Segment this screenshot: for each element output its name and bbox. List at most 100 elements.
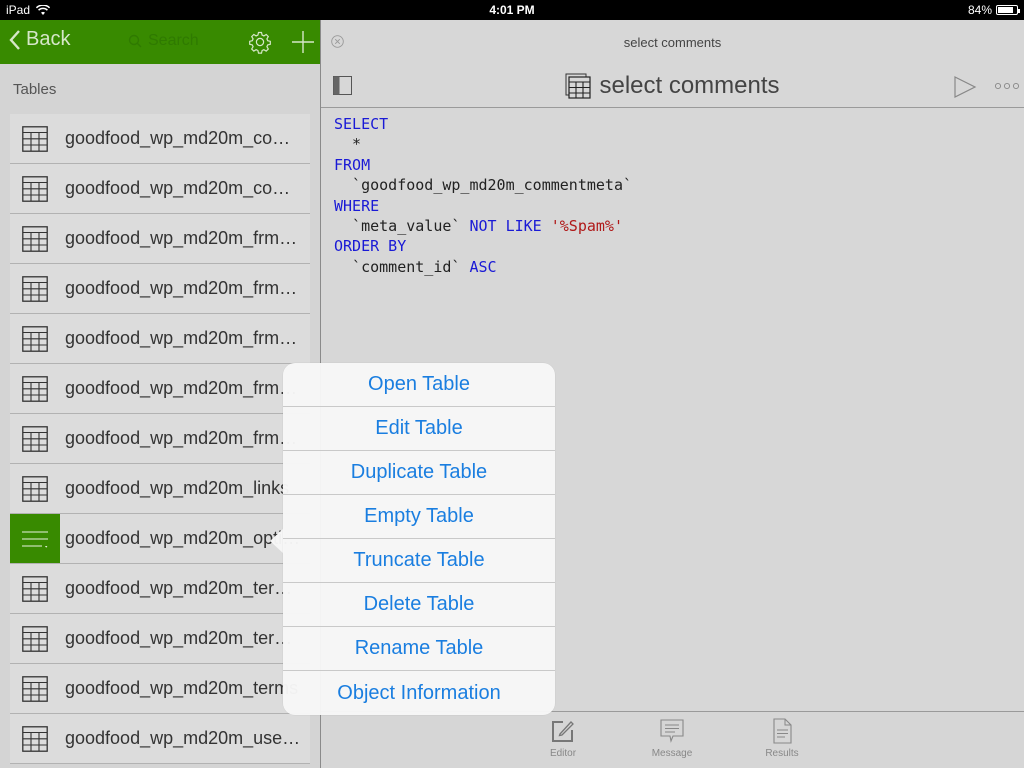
search-icon <box>128 34 142 48</box>
sql-keyword: SELECT <box>334 115 389 133</box>
row-actions-button[interactable] <box>10 514 60 563</box>
table-icon-wrap <box>10 264 60 313</box>
table-name: goodfood_wp_md20m_terms <box>65 678 299 698</box>
sql-text: * <box>334 135 362 154</box>
table-row[interactable]: goodfood_wp_md20m_frm_… <box>10 214 310 264</box>
message-icon <box>660 719 684 743</box>
table-icon <box>22 625 48 652</box>
table-icon-wrap <box>10 414 60 463</box>
menu-item-empty-table[interactable]: Empty Table <box>283 495 555 539</box>
menu-item-delete-table[interactable]: Delete Table <box>283 583 555 627</box>
query-title: select comments <box>321 72 1024 100</box>
sql-text: `meta_value` <box>334 217 470 236</box>
sql-line: ORDER BY <box>334 236 632 256</box>
tab-message[interactable]: Message <box>632 718 712 759</box>
battery-fill <box>998 7 1014 13</box>
editor-toolbar: select comments <box>321 64 1024 108</box>
sidebar: Back Search Tables goodfood_wp_md20m_com… <box>0 20 320 768</box>
table-icon-wrap <box>10 664 60 713</box>
sql-string: '%Spam%' <box>550 217 623 236</box>
table-name: goodfood_wp_md20m_frm_… <box>65 278 305 298</box>
table-row[interactable]: goodfood_wp_md20m_opti… <box>10 514 310 564</box>
clock: 4:01 PM <box>489 3 535 17</box>
menu-item-duplicate-table[interactable]: Duplicate Table <box>283 451 555 495</box>
table-icon <box>22 225 48 252</box>
table-row[interactable]: goodfood_wp_md20m_frm_… <box>10 364 310 414</box>
list-menu-icon <box>22 530 48 548</box>
gear-icon[interactable] <box>248 30 272 54</box>
query-title-text: select comments <box>599 72 780 99</box>
sql-editor[interactable]: SELECT * FROM `goodfood_wp_md20m_commentm… <box>334 114 632 277</box>
tab-results[interactable]: Results <box>742 718 822 759</box>
table-name: goodfood_wp_md20m_opti… <box>65 528 301 548</box>
menu-item-edit-table[interactable]: Edit Table <box>283 407 555 451</box>
table-name: goodfood_wp_md20m_links <box>65 478 290 498</box>
table-list: goodfood_wp_md20m_com… goodfood_wp_md20m_… <box>10 114 310 764</box>
search-placeholder: Search <box>148 32 199 49</box>
table-icon <box>22 125 48 152</box>
table-name: goodfood_wp_md20m_ter… <box>65 578 293 598</box>
table-icon <box>22 425 48 452</box>
tables-section-title: Tables <box>13 81 57 98</box>
table-icon-wrap <box>10 614 60 663</box>
tab-results-label: Results <box>765 748 799 759</box>
sql-keyword: WHERE <box>334 196 380 215</box>
battery-icon <box>996 5 1020 15</box>
sql-line: * <box>334 134 632 154</box>
table-row[interactable]: goodfood_wp_md20m_links <box>10 464 310 514</box>
table-icon <box>22 375 48 402</box>
tab-message-label: Message <box>651 748 693 759</box>
query-tab[interactable]: select comments <box>321 35 1024 50</box>
table-icon-wrap <box>10 714 60 763</box>
table-context-menu: Open Table Edit Table Duplicate Table Empty… <box>283 363 555 715</box>
sql-keyword: NOT LIKE <box>469 217 542 236</box>
table-row[interactable]: goodfood_wp_md20m_frm_… <box>10 264 310 314</box>
table-row[interactable]: goodfood_wp_md20m_com… <box>10 164 310 214</box>
editor-icon <box>552 721 574 742</box>
menu-item-truncate-table[interactable]: Truncate Table <box>283 539 555 583</box>
search-input[interactable]: Search <box>128 32 199 50</box>
sql-line: `comment_id` ASC <box>334 257 632 277</box>
table-icon <box>22 325 48 352</box>
menu-item-object-information[interactable]: Object Information <box>283 671 555 715</box>
table-icon-wrap <box>10 364 60 413</box>
sql-keyword: ASC <box>469 257 497 276</box>
back-button[interactable]: Back <box>8 28 70 51</box>
table-row[interactable]: goodfood_wp_md20m_terms <box>10 664 310 714</box>
table-icon-wrap <box>10 164 60 213</box>
table-row[interactable]: goodfood_wp_md20m_frm_… <box>10 314 310 364</box>
table-row[interactable]: goodfood_wp_md20m_ter… <box>10 564 310 614</box>
document-icon <box>773 718 792 744</box>
more-icon[interactable] <box>994 81 1020 91</box>
table-icon <box>22 675 48 702</box>
sql-text: `goodfood_wp_md20m_commentmeta` <box>334 176 633 195</box>
sql-keyword: ORDER BY <box>334 237 407 256</box>
play-icon[interactable] <box>953 75 977 99</box>
table-name: goodfood_wp_md20m_frm_… <box>65 378 305 398</box>
chevron-left-icon <box>9 29 20 50</box>
table-icon <box>22 275 48 302</box>
table-row[interactable]: goodfood_wp_md20m_com… <box>10 114 310 164</box>
table-icon-wrap <box>10 114 60 163</box>
table-name: goodfood_wp_md20m_frm_… <box>65 228 305 248</box>
back-label: Back <box>26 28 71 50</box>
sql-line: `meta_value` NOT LIKE '%Spam%' <box>334 216 632 236</box>
table-icon-wrap <box>10 564 60 613</box>
table-name: goodfood_wp_md20m_user… <box>65 728 305 748</box>
table-icon <box>22 725 48 752</box>
table-row[interactable]: goodfood_wp_md20m_user… <box>10 714 310 764</box>
table-row[interactable]: goodfood_wp_md20m_ter… <box>10 614 310 664</box>
popover-arrow <box>270 528 284 554</box>
table-icon <box>22 475 48 502</box>
table-name: goodfood_wp_md20m_com… <box>65 178 305 198</box>
table-name: goodfood_wp_md20m_ter… <box>65 628 293 648</box>
tab-editor[interactable]: Editor <box>523 718 603 759</box>
status-bar: iPad 4:01 PM 84% <box>0 0 1024 20</box>
plus-icon[interactable] <box>291 30 315 54</box>
table-icon-wrap <box>10 314 60 363</box>
sql-line: WHERE <box>334 196 632 216</box>
sql-keyword: FROM <box>334 155 371 174</box>
menu-item-rename-table[interactable]: Rename Table <box>283 627 555 671</box>
table-row[interactable]: goodfood_wp_md20m_frm_… <box>10 414 310 464</box>
menu-item-open-table[interactable]: Open Table <box>283 363 555 407</box>
